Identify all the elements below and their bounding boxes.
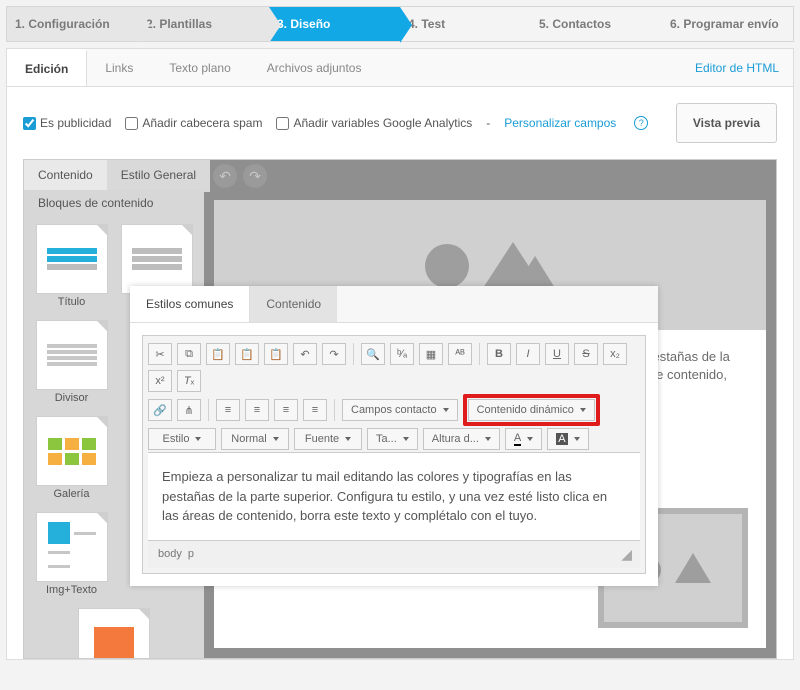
italic-icon[interactable]: I — [516, 343, 540, 365]
modal-tab-contenido[interactable]: Contenido — [250, 286, 337, 322]
align-right-icon[interactable]: ≡ — [274, 399, 298, 421]
dropdown-campos-contacto[interactable]: Campos contacto — [342, 399, 458, 421]
redo-editor-icon[interactable]: ↷ — [322, 343, 346, 365]
dropdown-bgcolor[interactable]: A — [547, 428, 588, 450]
block-divisor[interactable] — [36, 320, 108, 390]
unlink-icon[interactable]: ⋔ — [177, 399, 201, 421]
tab-archivos[interactable]: Archivos adjuntos — [249, 51, 380, 85]
block-extra-1[interactable] — [121, 224, 193, 294]
step-diseno[interactable]: 3. Diseño — [269, 7, 400, 41]
step-configuracion[interactable]: 1. Configuración — [7, 7, 138, 41]
redo-icon[interactable]: ↷ — [243, 164, 267, 188]
subscript-icon[interactable]: x₂ — [603, 343, 627, 365]
selectall-icon[interactable]: ▦ — [419, 343, 443, 365]
checkbox-spam[interactable]: Añadir cabecera spam — [125, 116, 262, 130]
block-imgtext-label: Img+Texto — [36, 584, 108, 596]
align-left-icon[interactable]: ≡ — [216, 399, 240, 421]
link-editor-html[interactable]: Editor de HTML — [695, 61, 793, 75]
checkbox-ga-input[interactable] — [276, 117, 289, 130]
link-personalizar-campos[interactable]: Personalizar campos — [504, 116, 616, 130]
tab-links[interactable]: Links — [87, 51, 151, 85]
dropdown-paragraph[interactable]: Normal — [221, 428, 289, 450]
link-icon[interactable]: 🔗 — [148, 399, 172, 421]
bold-icon[interactable]: B — [487, 343, 511, 365]
block-titulo-label: Título — [36, 296, 108, 308]
undo-editor-icon[interactable]: ↶ — [293, 343, 317, 365]
undo-icon[interactable]: ↶ — [213, 164, 237, 188]
path-body[interactable]: body — [158, 548, 182, 560]
dropdown-lineheight[interactable]: Altura d... — [423, 428, 500, 450]
underline-icon[interactable]: U — [545, 343, 569, 365]
step-plantillas[interactable]: 2. Plantillas — [138, 7, 269, 41]
rich-text-area[interactable]: Empieza a personalizar tu mail editando … — [148, 452, 640, 540]
dropdown-size[interactable]: Ta... — [367, 428, 418, 450]
strike-icon[interactable]: S — [574, 343, 598, 365]
step-programar[interactable]: 6. Programar envío — [662, 7, 793, 41]
block-orange[interactable] — [78, 608, 150, 659]
tab-edicion[interactable]: Edición — [7, 49, 87, 86]
block-divisor-label: Divisor — [36, 392, 108, 404]
paste-text-icon[interactable]: 📋 — [235, 343, 259, 365]
step-contactos[interactable]: 5. Contactos — [531, 7, 662, 41]
removeformat-icon[interactable]: Tₓ — [177, 370, 201, 392]
paste-word-icon[interactable]: 📋 — [264, 343, 288, 365]
editor-toolbar: ✂ ⧉ 📋 📋 📋 ↶ ↷ 🔍 ᵇ⁄ₐ ▦ ᴬᴮ B I U S x₂ x² T… — [142, 335, 646, 574]
editor-tabs: Edición Links Texto plano Archivos adjun… — [7, 49, 793, 87]
tab-texto-plano[interactable]: Texto plano — [151, 51, 248, 85]
blocks-header: Bloques de contenido — [24, 190, 204, 216]
block-galeria[interactable] — [36, 416, 108, 486]
checkbox-ga[interactable]: Añadir variables Google Analytics — [276, 116, 472, 130]
content-editor-modal: Estilos comunes Contenido ✂ ⧉ 📋 📋 📋 ↶ ↷ … — [130, 286, 658, 586]
help-icon[interactable]: ? — [634, 116, 648, 130]
editor-footer: body p ◢ — [148, 540, 640, 568]
checkbox-publicidad-label: Es publicidad — [40, 116, 111, 130]
dropdown-estilo[interactable]: Estilo — [148, 428, 216, 450]
cut-icon[interactable]: ✂ — [148, 343, 172, 365]
find-icon[interactable]: 🔍 — [361, 343, 385, 365]
checkbox-publicidad-input[interactable] — [23, 117, 36, 130]
align-center-icon[interactable]: ≡ — [245, 399, 269, 421]
checkbox-spam-input[interactable] — [125, 117, 138, 130]
preview-button[interactable]: Vista previa — [676, 103, 777, 143]
align-justify-icon[interactable]: ≡ — [303, 399, 327, 421]
checkbox-spam-label: Añadir cabecera spam — [142, 116, 262, 130]
highlight-contenido-dinamico: Contenido dinámico — [463, 394, 600, 426]
paste-icon[interactable]: 📋 — [206, 343, 230, 365]
dropdown-contenido-dinamico[interactable]: Contenido dinámico — [468, 399, 595, 421]
options-row: Es publicidad Añadir cabecera spam Añadi… — [7, 87, 793, 159]
wizard-steps: 1. Configuración 2. Plantillas 3. Diseño… — [6, 6, 794, 42]
superscript-icon[interactable]: x² — [148, 370, 172, 392]
dropdown-fuente[interactable]: Fuente — [294, 428, 362, 450]
block-titulo[interactable] — [36, 224, 108, 294]
dropdown-textcolor[interactable]: A — [505, 428, 542, 450]
copy-icon[interactable]: ⧉ — [177, 343, 201, 365]
block-galeria-label: Galería — [36, 488, 108, 500]
resize-handle-icon[interactable]: ◢ — [621, 546, 630, 563]
replace-icon[interactable]: ᵇ⁄ₐ — [390, 343, 414, 365]
builder-tab-estilo[interactable]: Estilo General — [107, 160, 210, 192]
modal-tab-estilos[interactable]: Estilos comunes — [130, 286, 250, 322]
block-imgtext[interactable] — [36, 512, 108, 582]
step-test[interactable]: 4. Test — [400, 7, 531, 41]
spellcheck-icon[interactable]: ᴬᴮ — [448, 343, 472, 365]
checkbox-ga-label: Añadir variables Google Analytics — [293, 116, 472, 130]
path-p[interactable]: p — [188, 548, 194, 560]
builder-tab-contenido[interactable]: Contenido — [24, 160, 107, 192]
checkbox-publicidad[interactable]: Es publicidad — [23, 116, 111, 130]
builder-tabs: Contenido Estilo General ↶ ↷ — [24, 160, 776, 192]
